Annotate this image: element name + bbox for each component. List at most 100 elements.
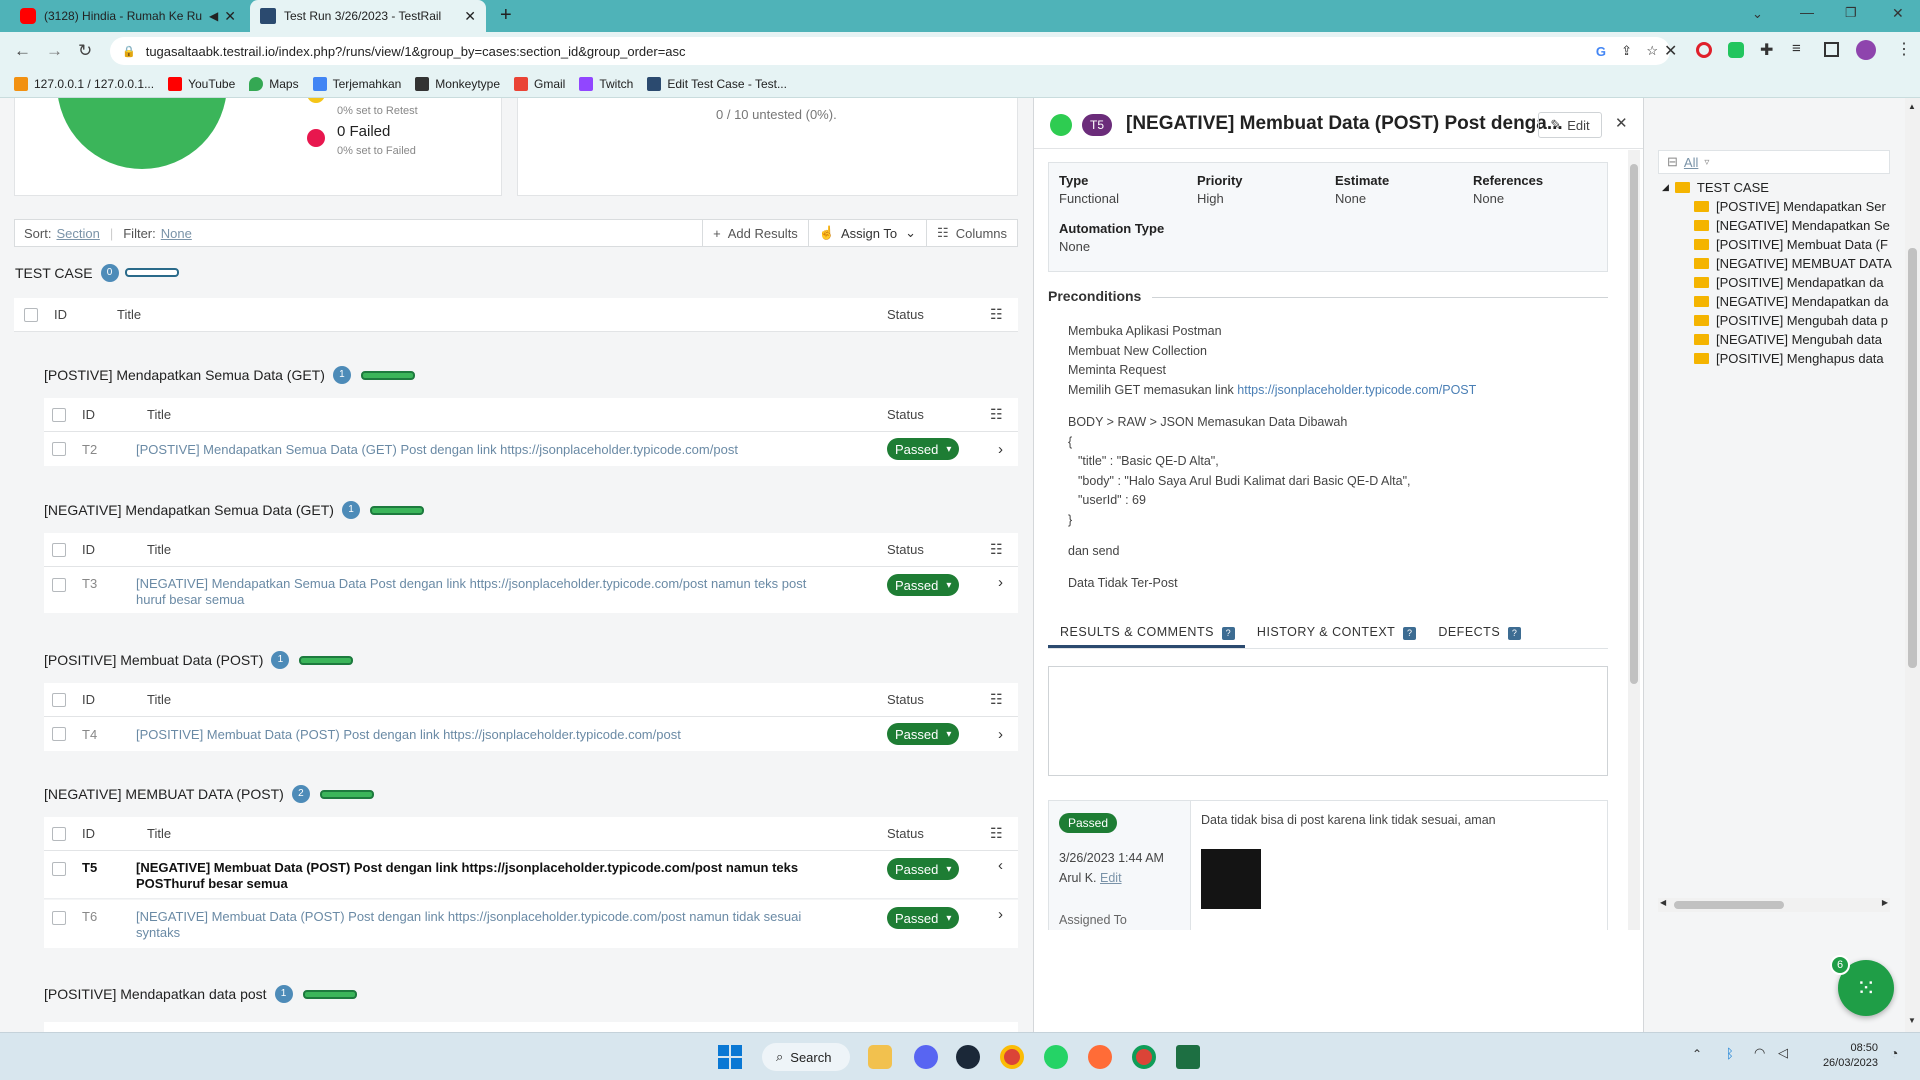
select-all-checkbox[interactable] bbox=[24, 307, 38, 322]
tab-history-context[interactable]: HISTORY & CONTEXT? bbox=[1245, 625, 1426, 648]
back-icon[interactable]: ← bbox=[14, 41, 31, 61]
scrollbar-thumb[interactable] bbox=[1674, 901, 1784, 909]
column-options-icon[interactable]: ☷ bbox=[990, 825, 1003, 842]
section-heading[interactable]: [POSITIVE] Mendapatkan data post 1 bbox=[44, 985, 357, 1003]
reload-icon[interactable]: ↻ bbox=[78, 41, 92, 61]
scroll-left-icon[interactable]: ◀ bbox=[1660, 898, 1666, 907]
status-dropdown[interactable]: Passed ▾ bbox=[887, 438, 960, 460]
close-tab-icon[interactable]: ✕ bbox=[224, 8, 236, 25]
status-dropdown[interactable]: Passed ▾ bbox=[887, 858, 960, 880]
case-title-link[interactable]: [NEGATIVE] Membuat Data (POST) Post deng… bbox=[136, 860, 856, 876]
chevron-down-icon[interactable]: ⌄ bbox=[1752, 6, 1763, 22]
columns-button[interactable]: ☷ Columns bbox=[926, 220, 1017, 246]
column-options-icon[interactable]: ☷ bbox=[990, 691, 1003, 708]
browser-tab-youtube[interactable]: (3128) Hindia - Rumah Ke Ru ◀ ✕ bbox=[10, 0, 246, 32]
sidebar-icon[interactable] bbox=[1824, 42, 1839, 57]
tab-results-comments[interactable]: RESULTS & COMMENTS? bbox=[1048, 625, 1245, 648]
page-scrollbar[interactable]: ▲ ▼ bbox=[1905, 98, 1920, 1032]
windows-start-icon[interactable] bbox=[718, 1045, 742, 1069]
case-title-link-cont[interactable]: huruf besar semua bbox=[136, 592, 856, 608]
tab-defects[interactable]: DEFECTS? bbox=[1426, 625, 1531, 648]
tree-item[interactable]: [POSITIVE] Mendapatkan da bbox=[1662, 273, 1906, 292]
notification-icon[interactable]: ◔ bbox=[1890, 1045, 1898, 1061]
bookmark-translate[interactable]: Terjemahkan bbox=[312, 76, 401, 91]
star-icon[interactable]: ☆ bbox=[1646, 43, 1658, 59]
case-title-link-cont[interactable]: syntaks bbox=[136, 925, 856, 941]
row-checkbox[interactable] bbox=[52, 911, 66, 925]
extension-green-icon[interactable] bbox=[1728, 42, 1744, 58]
detail-scrollbar[interactable] bbox=[1628, 150, 1640, 930]
tree-item[interactable]: [NEGATIVE] Mengubah data bbox=[1662, 330, 1906, 349]
minimize-icon[interactable]: — bbox=[1800, 4, 1814, 20]
row-checkbox[interactable] bbox=[52, 442, 66, 456]
new-tab-icon[interactable]: + bbox=[500, 4, 512, 27]
tree-item[interactable]: [NEGATIVE] Mendapatkan da bbox=[1662, 292, 1906, 311]
menu-icon[interactable]: ⋮ bbox=[1896, 39, 1912, 59]
help-icon[interactable]: ? bbox=[1221, 627, 1235, 640]
section-select-checkbox[interactable] bbox=[52, 692, 66, 707]
browser-tab-testrail[interactable]: Test Run 3/26/2023 - TestRail ✕ bbox=[250, 0, 486, 32]
section-select-checkbox[interactable] bbox=[52, 407, 66, 422]
close-tab-icon[interactable]: ✕ bbox=[464, 8, 476, 25]
tree-filter-select[interactable]: ⊟ All ▿ bbox=[1658, 150, 1890, 174]
add-results-button[interactable]: + Add Results bbox=[702, 220, 808, 246]
edit-button[interactable]: ✎ Edit bbox=[1538, 112, 1602, 138]
case-title-link-cont[interactable]: POSThuruf besar semua bbox=[136, 876, 856, 892]
chevron-right-icon[interactable]: › bbox=[998, 574, 1003, 591]
row-checkbox[interactable] bbox=[52, 862, 66, 876]
google-icon[interactable]: G bbox=[1596, 44, 1606, 59]
bookmark-maps[interactable]: Maps bbox=[249, 76, 299, 91]
postman-icon[interactable] bbox=[1088, 1045, 1112, 1069]
row-checkbox[interactable] bbox=[52, 578, 66, 592]
bookmark-monkeytype[interactable]: Monkeytype bbox=[415, 76, 500, 91]
status-dropdown[interactable]: Passed ▾ bbox=[887, 907, 960, 929]
tree-item[interactable]: [NEGATIVE] Mendapatkan Se bbox=[1662, 216, 1906, 235]
chrome-icon[interactable] bbox=[1000, 1045, 1024, 1069]
chevron-right-icon[interactable]: › bbox=[998, 906, 1003, 923]
row-checkbox[interactable] bbox=[52, 727, 66, 741]
bookmark-gmail[interactable]: Gmail bbox=[514, 76, 565, 91]
case-title-link[interactable]: [POSTIVE] Mendapatkan Semua Data (GET) P… bbox=[136, 442, 856, 457]
tree-root[interactable]: ◢ TEST CASE bbox=[1662, 178, 1906, 197]
steam-icon[interactable] bbox=[956, 1045, 980, 1069]
share-icon[interactable]: ⇪ bbox=[1621, 43, 1632, 59]
scrollbar-thumb[interactable] bbox=[1908, 248, 1917, 668]
discord-icon[interactable] bbox=[914, 1045, 938, 1069]
case-title-link[interactable]: [NEGATIVE] Mendapatkan Semua Data Post d… bbox=[136, 576, 856, 592]
section-select-checkbox[interactable] bbox=[52, 826, 66, 841]
table-row[interactable]: T6 [NEGATIVE] Membuat Data (POST) Post d… bbox=[44, 900, 1018, 948]
close-window-icon[interactable]: ✕ bbox=[1892, 5, 1904, 22]
x-extension-icon[interactable]: ✕ bbox=[1664, 41, 1677, 61]
status-dropdown[interactable]: Passed ▾ bbox=[887, 574, 960, 596]
tree-item[interactable]: [POSITIVE] Membuat Data (F bbox=[1662, 235, 1906, 254]
help-icon[interactable]: ? bbox=[1403, 627, 1417, 640]
section-heading[interactable]: [POSITIVE] Membuat Data (POST) 1 bbox=[44, 651, 354, 669]
bookmark-youtube[interactable]: YouTube bbox=[168, 76, 235, 91]
forward-icon[interactable]: → bbox=[46, 41, 63, 61]
help-icon[interactable]: ? bbox=[1508, 627, 1522, 640]
scrollbar-thumb[interactable] bbox=[1630, 164, 1638, 684]
column-options-icon[interactable]: ☷ bbox=[990, 406, 1003, 423]
scroll-right-icon[interactable]: ▶ bbox=[1882, 898, 1888, 907]
clock[interactable]: 08:50 26/03/2023 bbox=[1814, 1041, 1878, 1071]
whatsapp-icon[interactable] bbox=[1044, 1045, 1068, 1069]
precondition-link[interactable]: https://jsonplaceholder.typicode.com/POS… bbox=[1237, 383, 1476, 397]
file-explorer-icon[interactable] bbox=[868, 1045, 892, 1069]
chevron-left-icon[interactable]: ‹ bbox=[998, 857, 1003, 874]
maximize-icon[interactable]: ❐ bbox=[1845, 5, 1857, 21]
table-row[interactable]: T2 [POSTIVE] Mendapatkan Semua Data (GET… bbox=[44, 432, 1018, 466]
section-heading[interactable]: [NEGATIVE] MEMBUAT DATA (POST) 2 bbox=[44, 785, 374, 803]
section-heading[interactable]: [POSTIVE] Mendapatkan Semua Data (GET) 1 bbox=[44, 366, 415, 384]
chevron-up-icon[interactable]: ⌃ bbox=[1692, 1047, 1702, 1061]
avatar[interactable] bbox=[1856, 40, 1876, 60]
tree-item[interactable]: [POSITIVE] Mengubah data p bbox=[1662, 311, 1906, 330]
chevron-right-icon[interactable]: › bbox=[998, 441, 1003, 458]
table-row-selected[interactable]: T5 [NEGATIVE] Membuat Data (POST) Post d… bbox=[44, 851, 1018, 899]
wifi-icon[interactable]: ◠ bbox=[1754, 1045, 1765, 1061]
tree-item[interactable]: [POSTIVE] Mendapatkan Ser bbox=[1662, 197, 1906, 216]
bookmark-phpmyadmin[interactable]: 127.0.0.1 / 127.0.0.1... bbox=[14, 76, 154, 91]
case-title-link[interactable]: [NEGATIVE] Membuat Data (POST) Post deng… bbox=[136, 909, 856, 925]
filter-value-link[interactable]: None bbox=[161, 226, 192, 241]
tree-hscrollbar[interactable]: ◀ ▶ bbox=[1658, 898, 1890, 912]
table-row[interactable]: T3 [NEGATIVE] Mendapatkan Semua Data Pos… bbox=[44, 567, 1018, 613]
